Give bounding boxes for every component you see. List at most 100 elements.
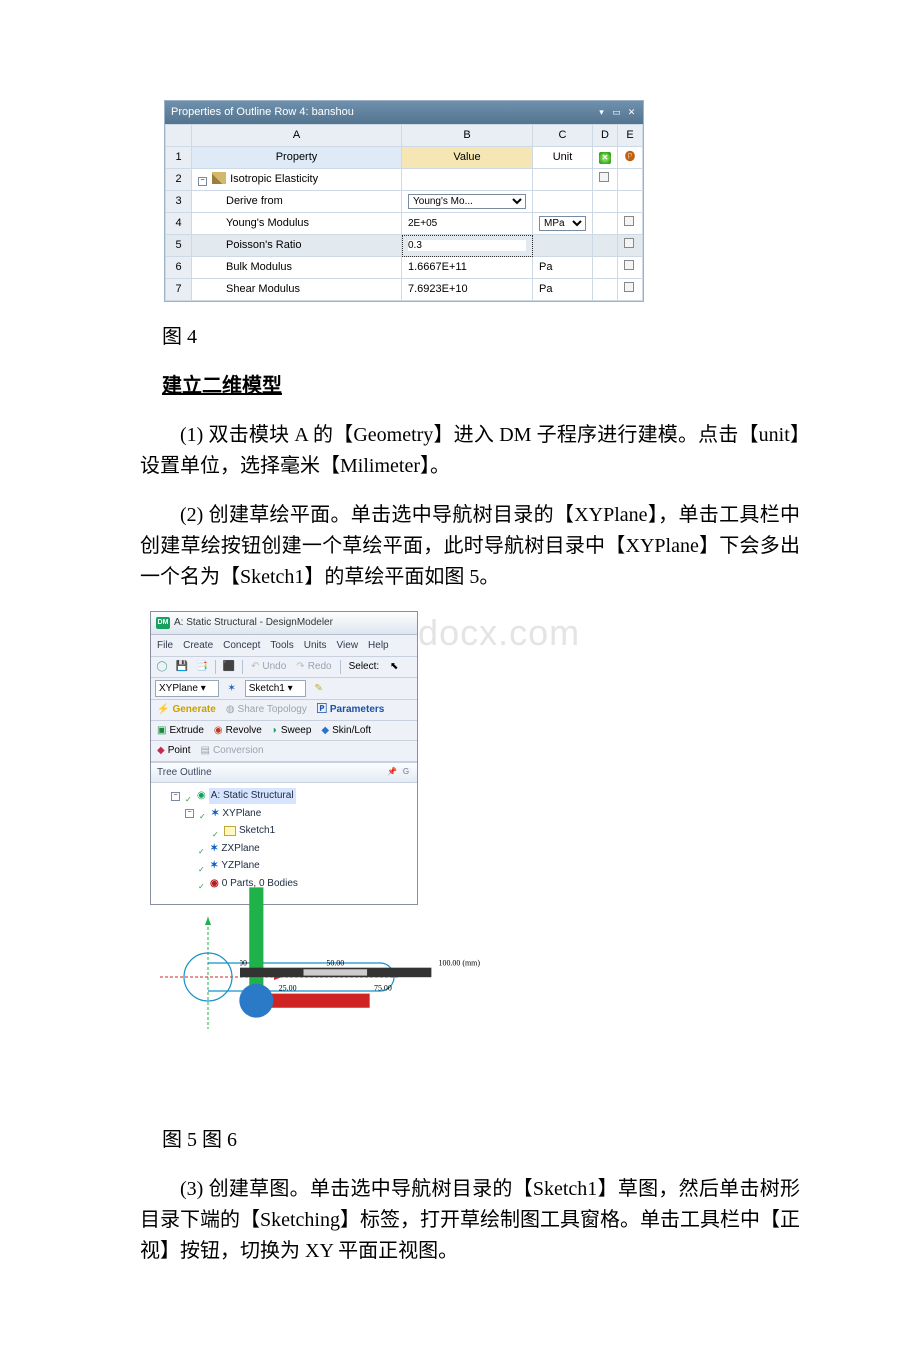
checkbox[interactable] [599, 172, 609, 182]
col-C: C [533, 125, 593, 147]
paragraph-1: (1) 双击模块 A 的【Geometry】进入 DM 子程序进行建模。点击【u… [140, 420, 800, 482]
cursor-icon[interactable]: ⬉ [387, 660, 401, 674]
dm-toolbar-1: ◯ 💾 📑 ⬛ ↶Undo ↷Redo Select: ⬉ [151, 657, 417, 678]
row-num: 1 [166, 147, 192, 169]
prop-young: Young's Modulus [192, 213, 402, 235]
prop-shear: Shear Modulus [192, 279, 402, 301]
sketch-viewport: 0.00 50.00 100.00 (mm) 25.00 75.00 [150, 889, 420, 1059]
elasticity-icon [212, 172, 226, 184]
menu-help[interactable]: Help [368, 638, 389, 654]
checkbox[interactable] [624, 260, 634, 270]
parameters-button[interactable]: 🄿 Parameters [315, 702, 386, 718]
redo-button[interactable]: ↷Redo [294, 659, 333, 675]
svg-text:50.00: 50.00 [326, 959, 344, 968]
svg-text:0.00: 0.00 [240, 959, 247, 968]
row-num: 2 [166, 169, 192, 191]
bulk-value: 1.6667E+11 [402, 257, 533, 279]
plane-select[interactable]: XYPlane ▾ [155, 680, 219, 698]
dm-toolbar-4: ▣Extrude ◉Revolve ◗Sweep ◆Skin/Loft [151, 721, 417, 742]
header-property: Property [192, 147, 402, 169]
sweep-button[interactable]: ◗Sweep [270, 723, 314, 739]
paragraph-3: (3) 创建草图。单击选中导航树目录的【Sketch1】草图，然后单击树形目录下… [140, 1174, 800, 1267]
menu-tools[interactable]: Tools [270, 638, 293, 654]
col-D: D [593, 125, 618, 147]
shear-value: 7.6923E+10 [402, 279, 533, 301]
properties-table: A B C D E 1 Property Value Unit ✕ 🅟 2 − … [165, 124, 643, 301]
prop-bulk: Bulk Modulus [192, 257, 402, 279]
dropdown-icon[interactable]: ▾ [596, 107, 607, 118]
row-num: 4 [166, 213, 192, 235]
svg-text:25.00: 25.00 [279, 984, 297, 993]
scale-bar: 0.00 50.00 100.00 (mm) 25.00 75.00 [240, 893, 510, 1063]
sketch-icon [224, 826, 236, 836]
menu-units[interactable]: Units [304, 638, 327, 654]
checkbox[interactable] [624, 238, 634, 248]
young-value[interactable] [408, 218, 526, 229]
svg-text:75.00: 75.00 [374, 984, 392, 993]
dm-menubar: File Create Concept Tools Units View Hel… [151, 635, 417, 658]
col-E: E [618, 125, 643, 147]
paragraph-2: (2) 创建草绘平面。单击选中导航树目录的【XYPlane】，单击工具栏中创建草… [140, 500, 800, 593]
tree-root[interactable]: −◉ A: Static Structural [171, 787, 411, 805]
new-plane-icon[interactable]: ✶ [225, 682, 239, 696]
extrude-button[interactable]: ▣Extrude [155, 723, 206, 739]
dm-title: A: Static Structural - DesignModeler [174, 615, 333, 631]
prop-derive: Derive from [192, 191, 402, 213]
row-num: 7 [166, 279, 192, 301]
tree-sketch1[interactable]: Sketch1 [199, 822, 411, 840]
prop-isotropic[interactable]: − Isotropic Elasticity [192, 169, 402, 191]
checkbox[interactable] [624, 216, 634, 226]
sketch-select[interactable]: Sketch1 ▾ [245, 680, 306, 698]
menu-create[interactable]: Create [183, 638, 213, 654]
prop-poisson: Poisson's Ratio [192, 235, 402, 257]
col-A: A [192, 125, 402, 147]
menu-concept[interactable]: Concept [223, 638, 260, 654]
properties-titlebar: Properties of Outline Row 4: banshou ▾ ▭… [165, 101, 643, 124]
young-unit[interactable]: MPa [539, 216, 586, 231]
derive-select[interactable]: Young's Mo... [408, 194, 526, 209]
conversion-button[interactable]: ▤ Conversion [199, 743, 266, 759]
filter-x-icon[interactable]: ✕ [599, 152, 611, 164]
bulk-unit: Pa [533, 257, 593, 279]
tree-header: Tree Outline 📌 G [151, 762, 417, 784]
menu-file[interactable]: File [157, 638, 173, 654]
menu-view[interactable]: View [337, 638, 359, 654]
restore-icon[interactable]: ▭ [611, 107, 622, 118]
poisson-value[interactable] [408, 240, 526, 251]
row-num: 3 [166, 191, 192, 213]
pin-icon[interactable]: 📌 [387, 768, 397, 778]
figure4-caption: 图 4 [162, 322, 800, 353]
row-num: 5 [166, 235, 192, 257]
generate-button[interactable]: ⚡Generate [155, 702, 218, 718]
new-icon[interactable]: ◯ [155, 660, 169, 674]
dm-toolbar-3: ⚡Generate ◍ Share Topology 🄿 Parameters [151, 700, 417, 721]
header-value: Value [402, 147, 533, 169]
revolve-button[interactable]: ◉Revolve [212, 723, 264, 739]
new-sketch-icon[interactable]: ✎ [312, 682, 326, 696]
save2-icon[interactable]: 📑 [195, 660, 209, 674]
dm-app-icon: DM [156, 617, 170, 629]
svg-text:100.00 (mm): 100.00 (mm) [439, 959, 481, 968]
dm-titlebar: DM A: Static Structural - DesignModeler [151, 612, 417, 635]
section-heading: 建立二维模型 [162, 371, 800, 402]
undo-button[interactable]: ↶Undo [249, 659, 288, 675]
shear-unit: Pa [533, 279, 593, 301]
select-label: Select: [347, 659, 382, 675]
point-button[interactable]: ◆Point [155, 743, 193, 759]
save-icon[interactable]: 💾 [175, 660, 189, 674]
properties-panel: Properties of Outline Row 4: banshou ▾ ▭… [164, 100, 644, 302]
close-icon[interactable]: ✕ [626, 107, 637, 118]
checkbox[interactable] [624, 282, 634, 292]
header-unit: Unit [533, 147, 593, 169]
col-B: B [402, 125, 533, 147]
tree-xyplane[interactable]: −✶ XYPlane [185, 805, 411, 823]
row-num: 6 [166, 257, 192, 279]
dm-toolbar-2: XYPlane ▾ ✶ Sketch1 ▾ ✎ [151, 678, 417, 701]
tree-title: Tree Outline [157, 765, 212, 781]
share-topology-button[interactable]: ◍ Share Topology [224, 702, 309, 718]
tree-zxplane[interactable]: ✶ ZXPlane [185, 840, 411, 858]
skin-button[interactable]: ◆Skin/Loft [319, 723, 373, 739]
select-mode-icon[interactable]: ⬛ [222, 660, 236, 674]
dm-toolbar-5: ◆Point ▤ Conversion [151, 741, 417, 762]
filter-link-icon[interactable]: 🅟 [624, 152, 636, 164]
